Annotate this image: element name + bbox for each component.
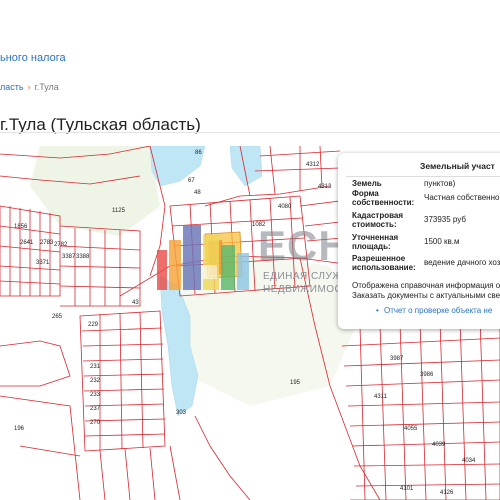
parcel-label: 3387	[62, 254, 76, 260]
parcel-label: 196	[14, 426, 25, 432]
popup-divider	[346, 176, 500, 177]
watermark-brand: ЕСН	[258, 222, 350, 269]
popup-note-line-2: Заказать документы с актуальными свед	[352, 291, 500, 300]
parcel-label: 2641	[20, 240, 34, 246]
breadcrumb-separator: ›	[27, 82, 31, 92]
breadcrumb-region-link[interactable]: ласть	[0, 82, 24, 92]
parcel-label: 4101	[400, 486, 414, 492]
parcel-label: 43	[132, 300, 139, 306]
parcel-label: 195	[290, 380, 301, 386]
popup-note-line-1: Отображена справочная информация об	[352, 281, 500, 290]
popup-row-value: 373935 руб	[424, 215, 466, 224]
parcel-label: 233	[90, 392, 101, 398]
parcel-label: 232	[90, 378, 101, 384]
popup-row-label: Уточненная площадь:	[352, 233, 399, 251]
popup-row-value: ведение дачного хозя	[424, 258, 500, 267]
object-check-report-link[interactable]: • Отчет о проверке объекта не	[376, 306, 492, 315]
popup-row-value: 1500 кв.м	[424, 237, 460, 246]
parcel-label: 48	[194, 190, 201, 196]
parcel-label: 231	[90, 364, 101, 370]
parcel-label: 4034	[462, 458, 476, 464]
popup-row-label: Форма собственности:	[352, 189, 415, 207]
popup-row-label: Кадастровая стоимость:	[352, 211, 404, 229]
bullet-icon: •	[376, 306, 379, 315]
forest-area	[30, 146, 160, 236]
parcel-label: 229	[88, 322, 99, 328]
parcel-label: 3987	[390, 356, 404, 362]
parcel-label: 270	[90, 420, 101, 426]
popup-note: Отображена справочная информация об Зака…	[352, 281, 500, 301]
title-divider	[0, 132, 500, 133]
parcel-label: 303	[176, 410, 187, 416]
parcel-label: 67	[188, 178, 195, 184]
water-body	[229, 146, 263, 187]
breadcrumb: ласть › г.Тула	[0, 82, 59, 92]
parcel-label: 4055	[404, 426, 418, 432]
parcel-label: 4126	[440, 490, 454, 496]
parcel-label: 2782	[54, 242, 68, 248]
parcel-label: 237	[90, 406, 101, 412]
parcel-label: 1856	[14, 224, 28, 230]
parcel-label: 4312	[306, 162, 320, 168]
parcel-label: 4039	[432, 442, 446, 448]
popup-row-label: Разрешенное использование:	[352, 254, 416, 272]
parcel-label: 4313	[318, 184, 332, 190]
object-check-report-label[interactable]: Отчет о проверке объекта не	[384, 306, 492, 315]
parcel-label: 265	[52, 314, 63, 320]
popup-row-value: пунктов)	[424, 179, 456, 188]
breadcrumb-current: г.Тула	[34, 82, 59, 92]
parcel-label: 4311	[374, 394, 388, 400]
parcel-label: 3986	[420, 372, 434, 378]
popup-row-value: Частная собственно	[424, 193, 500, 202]
popup-title: Земельный участ	[420, 161, 495, 171]
tax-link[interactable]: ьного налога	[0, 52, 66, 64]
parcel-label: 1125	[112, 208, 126, 214]
parcel-label: 86	[195, 150, 202, 156]
parcel-info-popup: Земельный участ Земель пунктов) Форма со…	[338, 153, 500, 329]
parcel-label: 2783	[40, 240, 54, 246]
parcel-label: 3371	[36, 260, 50, 266]
popup-row-label: Земель	[352, 179, 382, 188]
parcel-label: 3388	[76, 254, 90, 260]
